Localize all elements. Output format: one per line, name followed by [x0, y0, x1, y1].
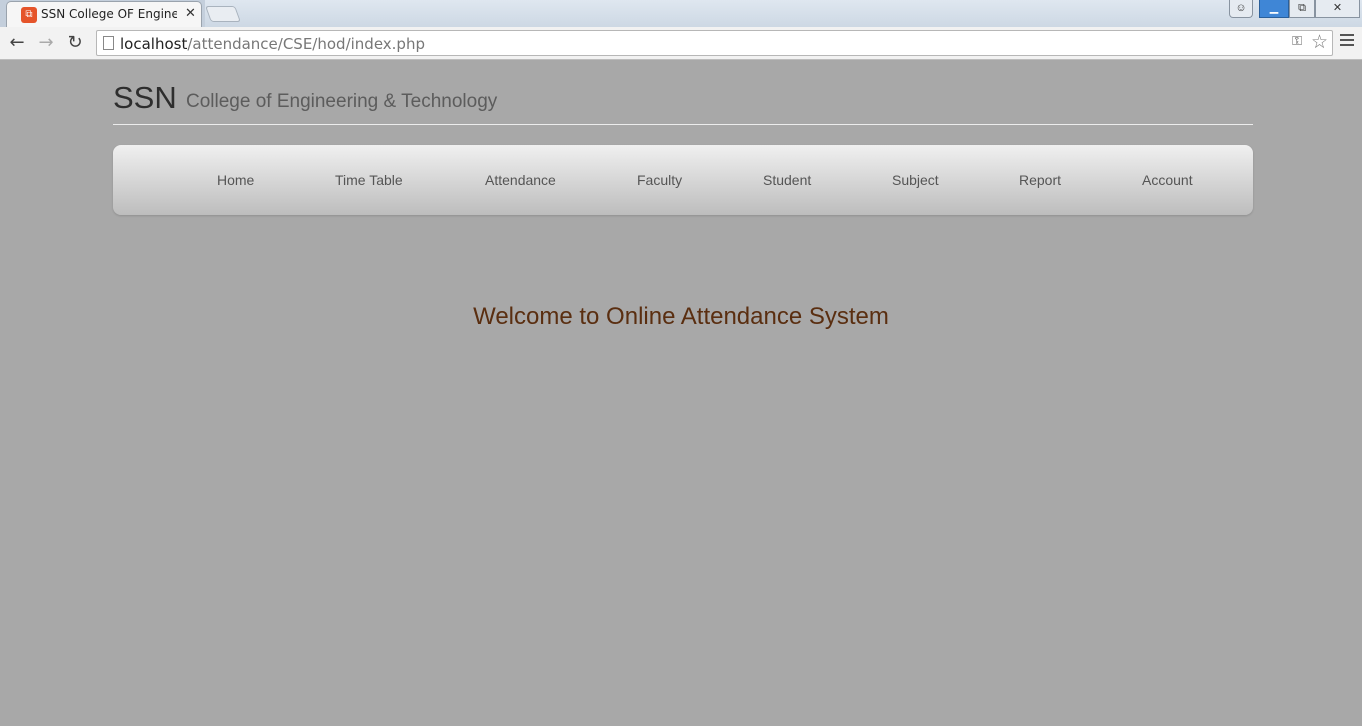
maximize-button[interactable]: ⧉	[1289, 0, 1315, 18]
nav-report[interactable]: Report	[1019, 172, 1061, 188]
site-header: SSN College of Engineering & Technology	[113, 78, 1253, 125]
back-arrow-icon[interactable]: ←	[6, 32, 28, 54]
close-window-icon: ✕	[1332, 2, 1343, 14]
xampp-favicon-icon: ⧉	[21, 7, 37, 23]
browser-tab[interactable]: ⧉ SSN College OF Engineering ✕	[6, 1, 202, 27]
user-profile-button[interactable]: ☺	[1229, 0, 1253, 18]
main-navigation: Home Time Table Attendance Faculty Stude…	[113, 145, 1253, 215]
nav-time-table[interactable]: Time Table	[335, 172, 403, 188]
forward-arrow-icon[interactable]: →	[35, 32, 57, 54]
new-tab-button[interactable]	[205, 6, 241, 22]
browser-toolbar: ← → ↻ localhost/attendance/CSE/hod/index…	[0, 27, 1362, 60]
site-brand: SSN	[113, 80, 177, 115]
minimize-icon: ▁	[1269, 2, 1279, 14]
page-icon	[103, 36, 114, 50]
maximize-icon: ⧉	[1298, 2, 1306, 14]
web-page: SSN College of Engineering & Technology …	[0, 60, 1362, 726]
key-icon[interactable]: ⚿	[1292, 34, 1302, 49]
user-icon: ☺	[1235, 2, 1247, 14]
browser-menu-icon[interactable]	[1340, 34, 1354, 50]
tab-title: SSN College OF Engineering	[41, 7, 177, 21]
url-host: localhost	[120, 35, 188, 53]
site-subtitle: College of Engineering & Technology	[186, 91, 498, 112]
bookmark-star-icon[interactable]: ☆	[1311, 31, 1328, 53]
titlebar-background	[205, 0, 1362, 27]
nav-home[interactable]: Home	[217, 172, 254, 188]
nav-account[interactable]: Account	[1142, 172, 1193, 188]
nav-attendance[interactable]: Attendance	[485, 172, 556, 188]
nav-student[interactable]: Student	[763, 172, 811, 188]
address-bar[interactable]: localhost/attendance/CSE/hod/index.php ⚿…	[96, 30, 1333, 56]
reload-icon[interactable]: ↻	[64, 32, 86, 54]
nav-subject[interactable]: Subject	[892, 172, 939, 188]
close-tab-icon[interactable]: ✕	[185, 5, 196, 21]
minimize-button[interactable]: ▁	[1259, 0, 1289, 18]
nav-faculty[interactable]: Faculty	[637, 172, 682, 188]
close-window-button[interactable]: ✕	[1315, 0, 1360, 18]
browser-title-bar: ⧉ SSN College OF Engineering ✕ ☺ ▁ ⧉ ✕	[0, 0, 1362, 27]
url-text[interactable]: localhost/attendance/CSE/hod/index.php	[120, 35, 425, 53]
url-path: /attendance/CSE/hod/index.php	[187, 35, 425, 53]
welcome-heading: Welcome to Online Attendance System	[473, 303, 889, 330]
